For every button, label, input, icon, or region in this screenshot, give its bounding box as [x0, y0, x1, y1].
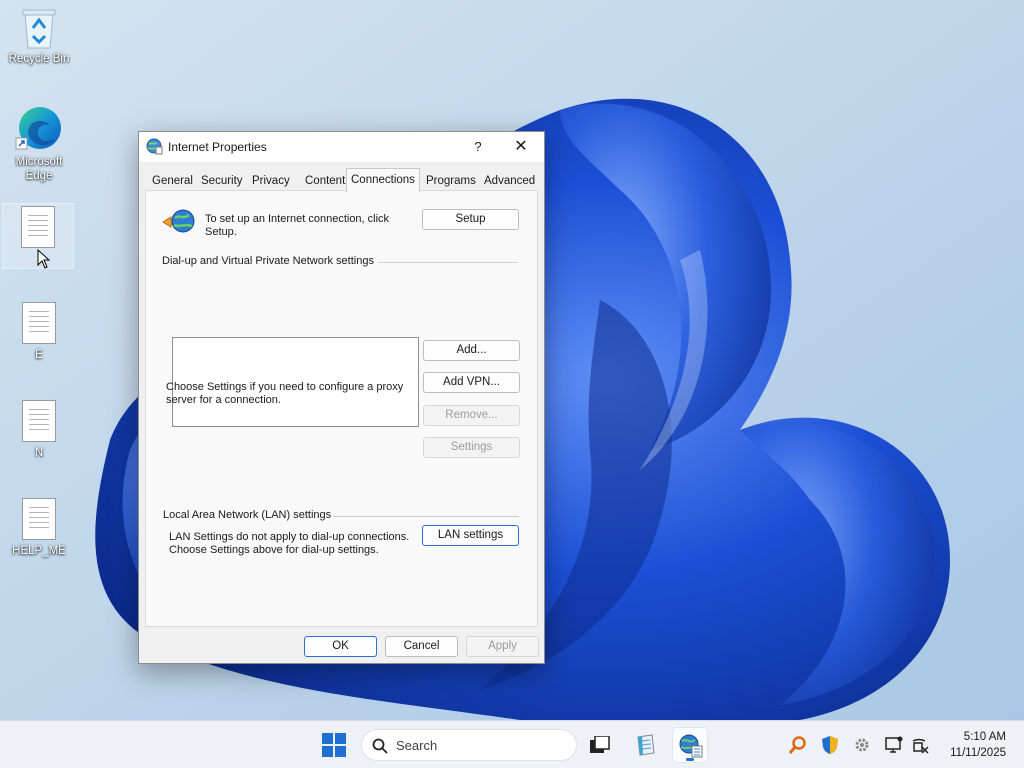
internet-options-icon	[146, 138, 163, 155]
ok-button[interactable]: OK	[304, 636, 377, 657]
notepad-icon	[637, 734, 655, 756]
taskbar: Search 5:10 AM 11/11/2025	[0, 720, 1024, 768]
desktop-icon-edge[interactable]: Microsoft Edge	[3, 103, 75, 183]
windows-logo-icon	[322, 733, 346, 757]
apply-button[interactable]: Apply	[466, 636, 539, 657]
tab-security[interactable]: Security	[197, 173, 247, 191]
desktop-icon-file-help-me[interactable]: HELP_ME	[3, 498, 75, 558]
tab-privacy[interactable]: Privacy	[248, 173, 294, 191]
remove-button[interactable]: Remove...	[423, 405, 520, 426]
desktop-icon-label: Recycle Bin	[8, 53, 70, 65]
lan-description: LAN Settings do not apply to dial-up con…	[169, 531, 410, 556]
dialog-title: Internet Properties	[168, 140, 267, 154]
cancel-button[interactable]: Cancel	[385, 636, 458, 657]
vpn-section-title: Dial-up and Virtual Private Network sett…	[162, 255, 374, 267]
clock-date: 11/11/2025	[950, 747, 1006, 759]
tab-programs[interactable]: Programs	[422, 173, 480, 191]
proxy-settings-description: Choose Settings if you need to configure…	[166, 381, 404, 406]
internet-setup-icon	[162, 209, 195, 233]
mouse-cursor-icon	[37, 249, 51, 269]
settings-gear-icon[interactable]	[852, 735, 872, 755]
close-button[interactable]: ✕	[498, 132, 544, 162]
start-button[interactable]	[316, 727, 352, 763]
task-view-icon	[590, 736, 610, 753]
lan-settings-button[interactable]: LAN settings	[422, 525, 519, 546]
system-clock[interactable]: 5:10 AM 11/11/2025	[950, 729, 1006, 761]
internet-properties-dialog: Internet Properties ? ✕ General Security…	[138, 131, 545, 664]
display-icon[interactable]	[884, 735, 904, 755]
search-tool-tray-icon[interactable]	[788, 735, 808, 755]
dialog-titlebar[interactable]: Internet Properties ? ✕	[139, 132, 544, 162]
connections-panel: To set up an Internet connection, click …	[145, 190, 538, 627]
desktop-icon-label: N	[34, 447, 44, 459]
desktop-icon-label: E	[35, 349, 43, 361]
text-file-icon	[21, 206, 55, 248]
vpn-section-divider	[378, 262, 518, 263]
text-file-icon	[22, 400, 56, 442]
tab-general[interactable]: General	[148, 173, 197, 191]
search-icon	[372, 738, 388, 754]
security-shield-icon[interactable]	[820, 735, 840, 755]
add-vpn-button[interactable]: Add VPN...	[423, 372, 520, 393]
desktop-icon-label: HELP_ME	[12, 545, 66, 557]
tab-content[interactable]: Content	[301, 173, 349, 191]
desktop-icon-recycle-bin[interactable]: Recycle Bin	[3, 6, 75, 66]
lan-section-title: Local Area Network (LAN) settings	[163, 509, 332, 521]
clock-time: 5:10 AM	[963, 731, 1006, 743]
taskbar-app-internet-properties[interactable]	[672, 727, 708, 763]
desktop-icon-file-n[interactable]: N	[3, 400, 75, 460]
network-disconnected-icon[interactable]	[910, 735, 930, 755]
help-button[interactable]: ?	[458, 132, 498, 162]
taskbar-app-notepad[interactable]	[628, 727, 664, 763]
tab-advanced[interactable]: Advanced	[480, 173, 539, 191]
edge-icon	[15, 107, 61, 150]
search-placeholder: Search	[396, 738, 438, 753]
desktop-icon-file[interactable]	[2, 203, 74, 269]
recycle-bin-icon	[22, 9, 56, 49]
tab-connections[interactable]: Connections	[346, 168, 420, 192]
desktop-icon-file-e[interactable]: E	[3, 302, 75, 362]
text-file-icon	[22, 302, 56, 344]
setup-button[interactable]: Setup	[422, 209, 519, 230]
lan-section-divider	[333, 516, 519, 517]
add-button[interactable]: Add...	[423, 340, 520, 361]
setup-description: To set up an Internet connection, click …	[205, 213, 390, 238]
settings-button[interactable]: Settings	[423, 437, 520, 458]
task-view-button[interactable]	[582, 727, 618, 763]
text-file-icon	[22, 498, 56, 540]
taskbar-search-box[interactable]: Search	[361, 729, 577, 761]
internet-options-icon	[679, 734, 703, 758]
desktop-icon-label: Microsoft Edge	[15, 156, 63, 182]
